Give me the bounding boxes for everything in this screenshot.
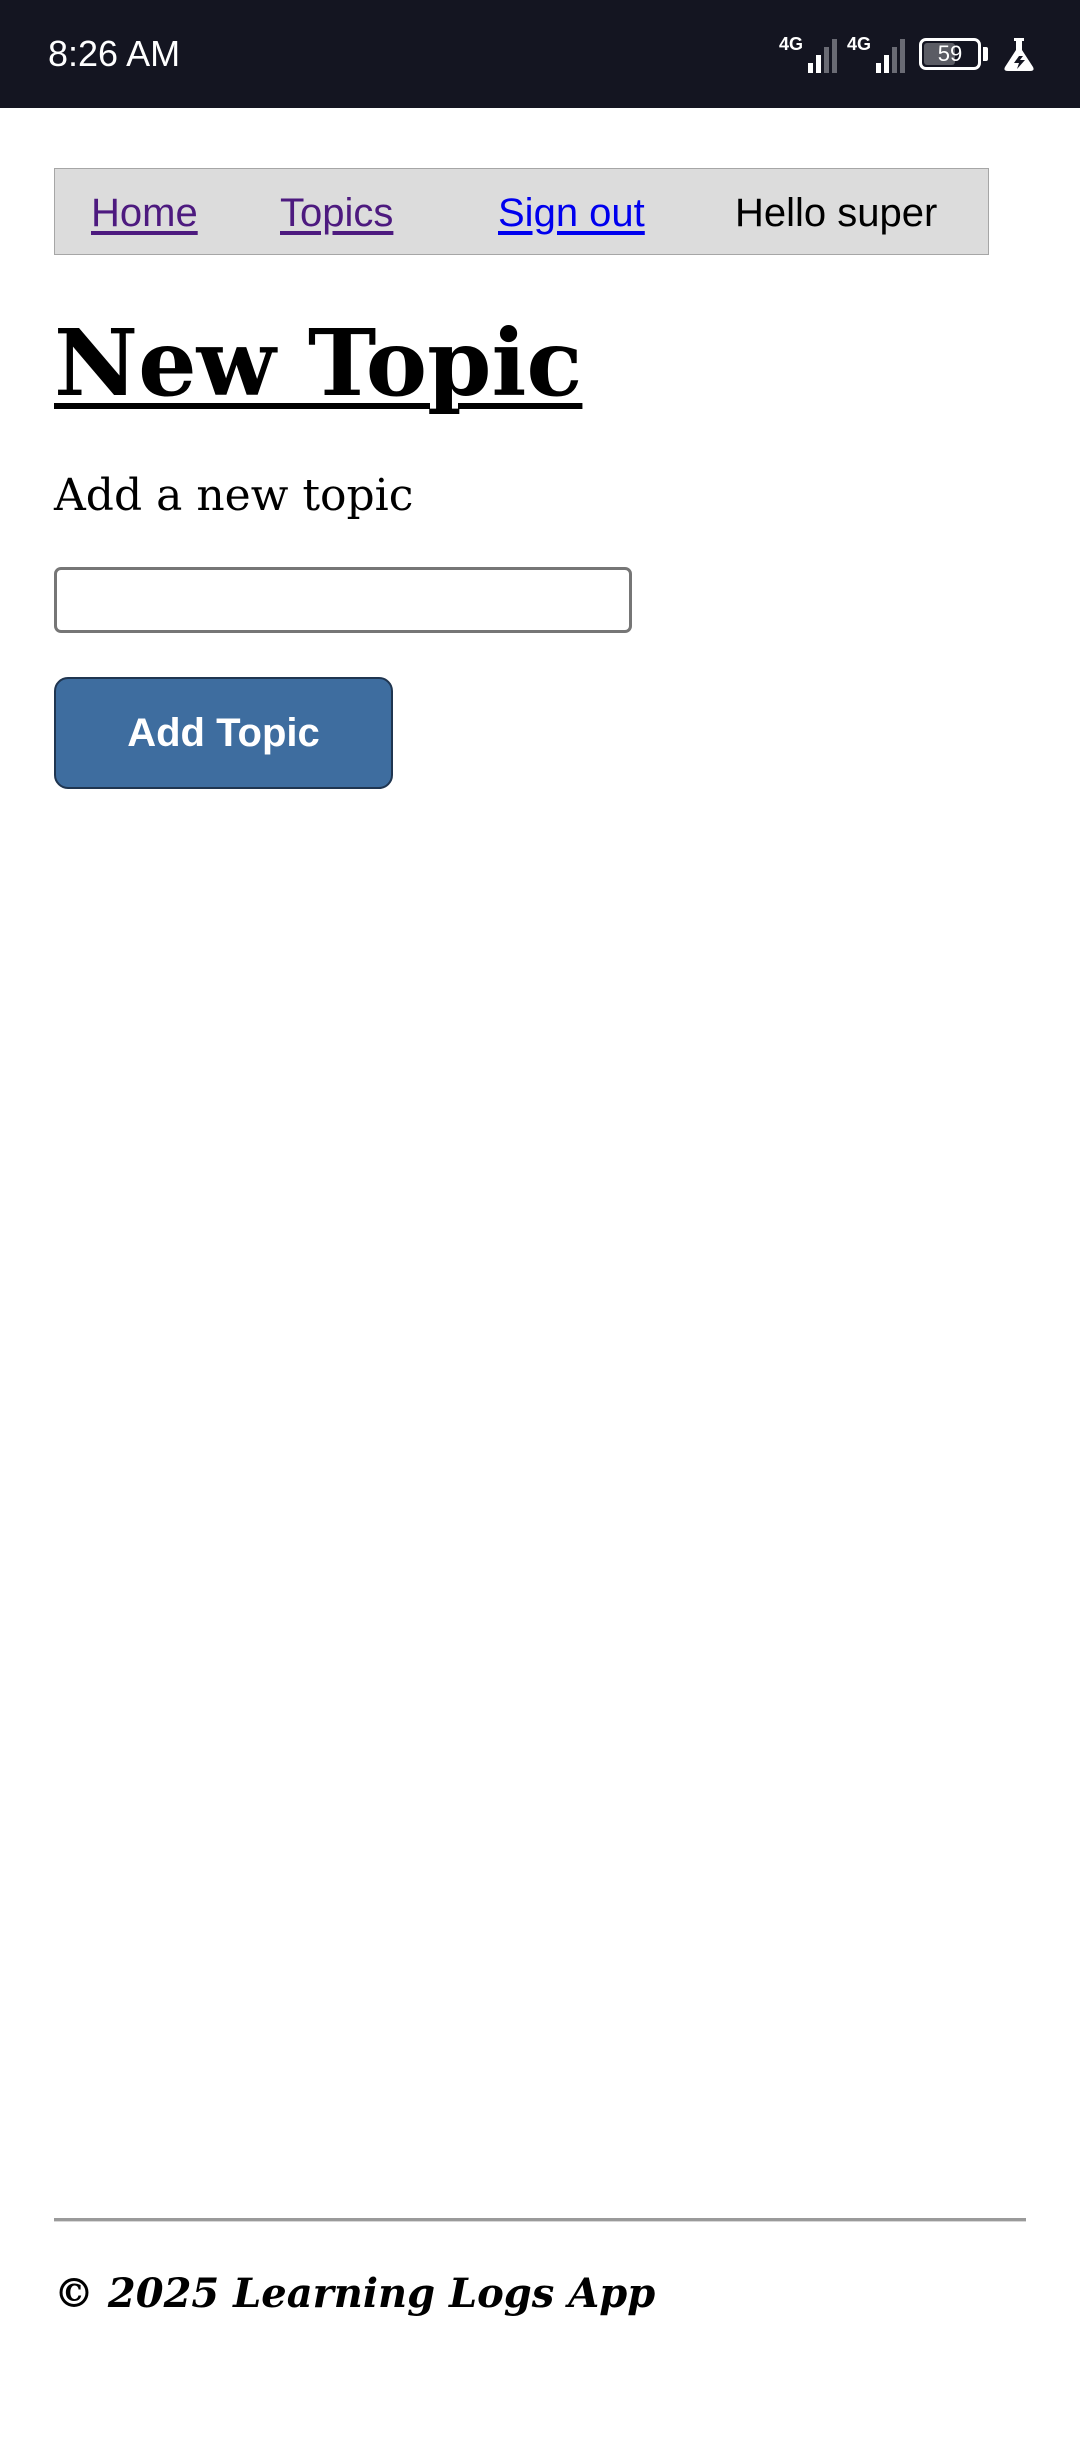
status-time: 8:26 AM — [48, 33, 181, 74]
status-icons: 4G 4G 59 — [779, 32, 1036, 76]
top-nav: Home Topics Sign out Hello super — [54, 168, 989, 255]
battery-tip — [983, 47, 988, 61]
battery-level: 59 — [937, 41, 963, 66]
signal-icon: 4G — [779, 35, 837, 73]
nav-link-home[interactable]: Home — [91, 189, 198, 237]
add-topic-button[interactable]: Add Topic — [54, 677, 393, 789]
flask-icon — [1004, 38, 1034, 71]
footer-divider — [54, 2218, 1026, 2222]
nav-link-topics[interactable]: Topics — [280, 189, 393, 237]
user-greeting: Hello super — [735, 191, 938, 235]
page-title: New Topic — [54, 309, 583, 417]
form-label: Add a new topic — [54, 470, 414, 521]
network-type-label: 4G — [847, 34, 872, 54]
battery-icon: 59 — [919, 38, 981, 70]
footer-copyright: © 2025 Learning Logs App — [54, 2270, 656, 2317]
status-bar: 8:26 AM 4G 4G 59 — [0, 0, 1080, 108]
topic-input[interactable] — [54, 567, 632, 633]
signal-icon: 4G — [847, 35, 905, 73]
nav-link-sign-out[interactable]: Sign out — [498, 189, 645, 237]
network-type-label: 4G — [779, 34, 804, 54]
